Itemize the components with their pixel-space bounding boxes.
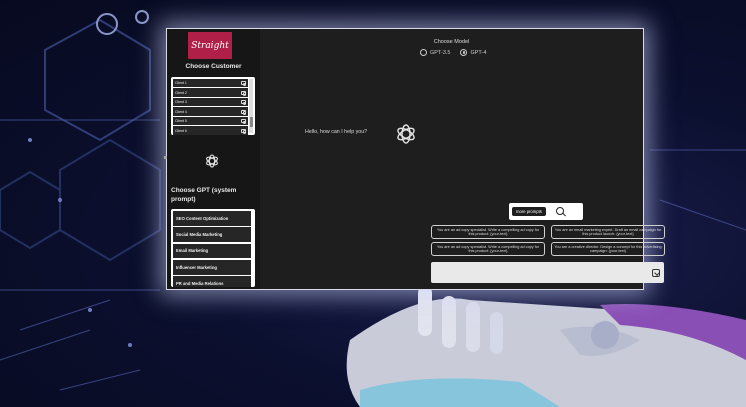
send-icon[interactable] (652, 269, 660, 277)
brand-logo: Straight (188, 32, 232, 59)
gpt-prompt-item[interactable]: PR and Media Relations (173, 276, 251, 287)
customer-list[interactable]: Client 1 Client 2 Client 3 Client 4 Clie… (171, 77, 255, 135)
gpt-prompt-item[interactable]: SEO Content Optimization (173, 211, 251, 226)
openai-logo-icon (397, 124, 415, 144)
camera-icon[interactable] (241, 119, 247, 125)
openai-logo-icon (206, 154, 218, 168)
gpt-prompt-item[interactable]: Email Marketing (173, 243, 251, 259)
camera-icon[interactable] (241, 128, 247, 134)
choose-customer-title: Choose Customer (185, 63, 242, 70)
model-option-gpt35[interactable]: GPT-3.5 (420, 49, 450, 56)
more-prompts-button[interactable]: more prompts (512, 207, 546, 216)
gpt-prompt-list[interactable]: SEO Content Optimization Social Media Ma… (171, 209, 255, 287)
customer-item[interactable]: Client 1 (173, 79, 248, 88)
customer-item[interactable]: Client 2 (173, 88, 248, 97)
camera-icon[interactable] (241, 100, 247, 106)
camera-icon[interactable] (241, 90, 247, 96)
gpt-prompt-item[interactable]: Social Media Marketing (173, 227, 251, 242)
customer-list-scrollbar[interactable] (249, 79, 253, 133)
prompt-suggestion[interactable]: You are an ad copy specialist. Write a c… (431, 242, 545, 256)
radio-icon[interactable] (420, 49, 427, 56)
prompt-suggestion[interactable]: You are an ad copy specialist. Write a c… (431, 225, 545, 239)
camera-icon[interactable] (241, 109, 247, 115)
prompt-suggestion[interactable]: You are a creative director. Design a co… (551, 242, 665, 256)
customer-item[interactable]: Client 4 (173, 107, 248, 116)
robot-hand-art (346, 286, 746, 407)
model-option-gpt4[interactable]: GPT-4 (460, 49, 486, 56)
more-prompts-search[interactable]: more prompts (509, 203, 583, 220)
assistant-greeting: Hello, how can I help you? (305, 129, 368, 135)
choose-gpt-title: Choose GPT (system prompt) (171, 187, 237, 203)
customer-item[interactable]: Client 3 (173, 97, 248, 107)
gpt-prompt-item[interactable]: Influencer Marketing (173, 259, 251, 275)
prompt-suggestions: You are an ad copy specialist. Write a c… (431, 225, 665, 256)
customer-item[interactable]: Client 6 (173, 126, 248, 135)
sidebar: Straight Choose Customer Client 1 Client… (167, 29, 260, 289)
customer-item[interactable]: Client 5 (173, 116, 248, 126)
prompt-suggestion[interactable]: You are an email marketing expert. Draft… (551, 225, 665, 239)
radio-selected-icon[interactable] (460, 49, 468, 56)
model-selector: GPT-3.5 GPT-4 (420, 49, 486, 56)
search-icon[interactable] (555, 206, 566, 217)
camera-icon[interactable] (241, 81, 247, 87)
app-window: Straight Choose Customer Client 1 Client… (166, 28, 665, 290)
sidebar-collapse-handle[interactable] (164, 156, 167, 159)
chat-area: Choose Model GPT-3.5 GPT-4 Hello, how ca… (260, 29, 665, 289)
choose-model-title: Choose Model (433, 39, 470, 45)
chat-input[interactable] (431, 262, 664, 283)
